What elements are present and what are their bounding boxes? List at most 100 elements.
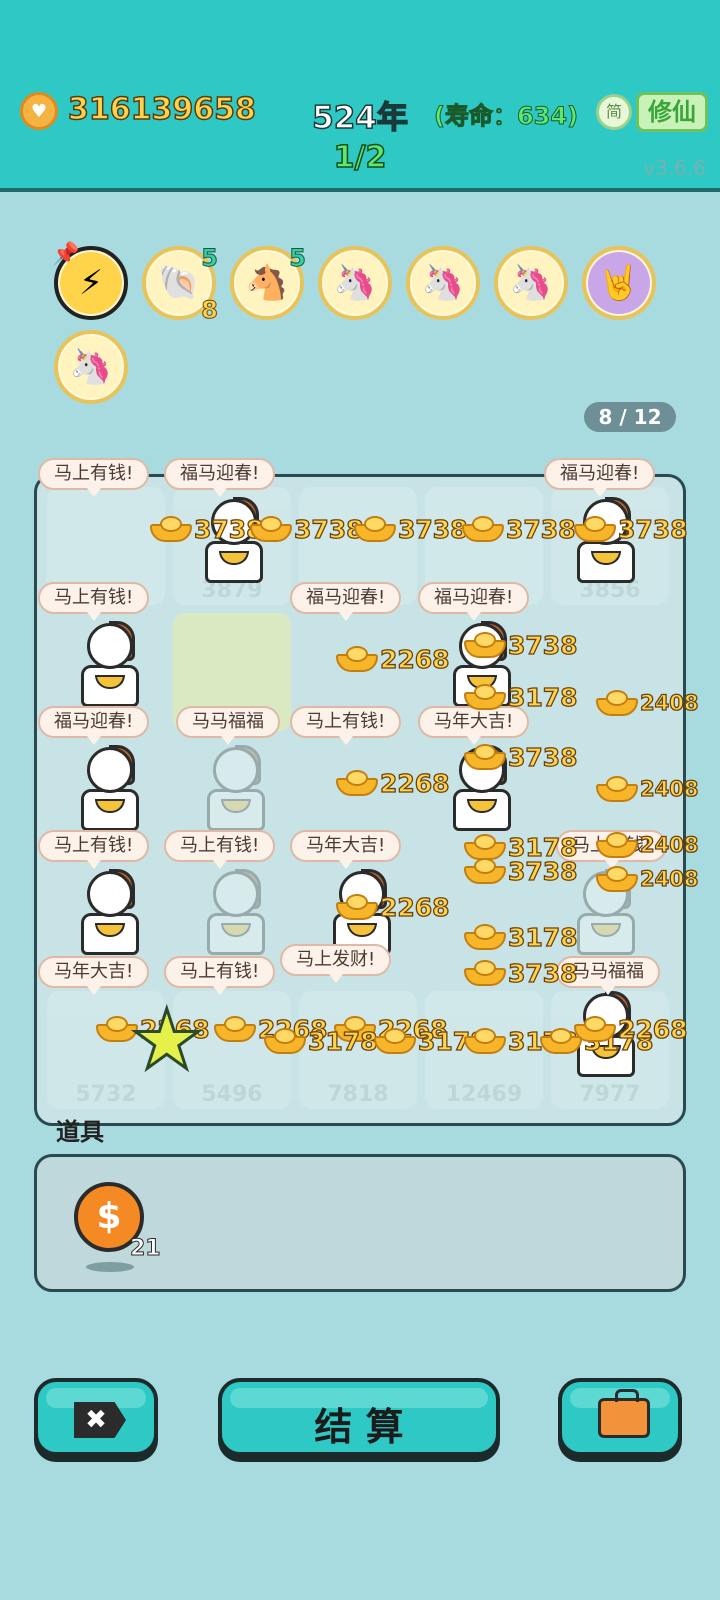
gold-ingot-icon: [336, 646, 378, 672]
gold-ingot-icon: [250, 516, 292, 542]
gold-ingot-reward: 3738: [464, 854, 578, 888]
gold-ingot-reward: 2268: [574, 1012, 688, 1046]
cell-value: 12469: [445, 1082, 523, 1107]
gold-ingot-icon: [214, 1016, 256, 1042]
gold-ingot-icon: [596, 690, 638, 716]
gold-ingot-reward: 3178: [464, 680, 578, 714]
gold-ingot-reward: 2408: [596, 772, 699, 806]
gold-ingot-reward: 2268: [336, 890, 450, 924]
gold-ingot-icon: [464, 632, 506, 658]
unicorn-icon: 🦄: [421, 263, 465, 303]
gold-ingot-icon: [462, 516, 504, 542]
briefcase-icon: [598, 1389, 650, 1438]
top-bar: ♥ 316139658 524年 (寿命：634) 1/2 简 修仙 v3.6.…: [0, 0, 720, 192]
buff-unicorn[interactable]: 🦄: [54, 330, 128, 404]
wave-counter: 1/2: [333, 139, 387, 176]
gold-ingot-icon: [574, 1016, 616, 1042]
gold-ingot-icon: [464, 684, 506, 710]
gold-ingot-reward: 3738: [574, 512, 688, 546]
speech-bubble: 福马迎春!: [38, 706, 150, 745]
gold-ingot-icon: [464, 858, 506, 884]
heart-coin-icon: ♥: [20, 92, 58, 130]
gold-ingot-reward: 3738: [462, 512, 576, 546]
star-icon[interactable]: ★: [129, 998, 205, 1083]
horse-unit-faded[interactable]: [201, 745, 271, 833]
gold-ingot-reward: 3738: [354, 512, 468, 546]
speech-bubble: 马年大吉!: [38, 956, 150, 995]
gold-ingot-icon: [264, 1028, 306, 1054]
gold-ingot-icon: [374, 1028, 416, 1054]
speech-bubble: 福马迎春!: [544, 458, 656, 497]
buff-count-top: 5: [289, 244, 307, 273]
horse-unit[interactable]: [75, 621, 145, 709]
gold-ingot-reward: 2408: [596, 686, 699, 720]
coin-item-count: 21: [130, 1236, 162, 1262]
cultivate-button[interactable]: 修仙: [636, 92, 708, 132]
speech-bubble: 马上有钱!: [38, 830, 150, 869]
gold-ingot-reward: 2268: [336, 766, 450, 800]
page-indicator: 8 / 12: [584, 402, 676, 432]
settle-label: 结 算: [314, 1405, 404, 1449]
buff-count-top: 5: [201, 244, 219, 273]
lightning-icon: ⚡: [79, 263, 103, 303]
buff-count-bottom: 8: [201, 296, 219, 325]
coin-shadow: [86, 1262, 134, 1272]
exit-button[interactable]: ✖: [34, 1378, 158, 1456]
speech-bubble: 马上有钱!: [38, 582, 150, 621]
cell-value: 7818: [327, 1082, 389, 1107]
gold-ingot-icon: [464, 924, 506, 950]
buff-rock-hand[interactable]: 🤘: [582, 246, 656, 320]
unicorn-icon: 🦄: [333, 263, 377, 303]
gold-ingot-icon: [336, 894, 378, 920]
horse-pair-icon: 🐴: [245, 263, 289, 303]
rock-hand-icon: 🤘: [597, 263, 641, 303]
gold-ingot-icon: [336, 770, 378, 796]
gold-ingot-icon: [596, 776, 638, 802]
gold-ingot-icon: [596, 866, 638, 892]
horse-unit-faded[interactable]: [201, 869, 271, 957]
pin-icon: 📌: [52, 242, 80, 267]
gold-ingot-icon: [574, 516, 616, 542]
speech-bubble: 福马迎春!: [418, 582, 530, 621]
gold-ingot-icon: [464, 1028, 506, 1054]
buff-unicorn[interactable]: 🦄: [494, 246, 568, 320]
speech-bubble: 马上有钱!: [164, 956, 276, 995]
buff-unicorn[interactable]: 🦄: [318, 246, 392, 320]
buff-horse-pair[interactable]: 🐴 5: [230, 244, 307, 320]
speech-bubble: 福马迎春!: [290, 582, 402, 621]
coin-total: 316139658: [67, 91, 256, 128]
gold-ingot-icon: [150, 516, 192, 542]
gold-ingot-icon: [464, 744, 506, 770]
speech-bubble: 马上有钱!: [38, 458, 150, 497]
cell-value: 7977: [579, 1082, 641, 1107]
gold-ingot-reward: 2408: [596, 828, 699, 862]
unicorn-icon: 🦄: [69, 347, 113, 387]
gold-ingot-reward: 3738: [250, 512, 364, 546]
gold-ingot-icon: [354, 516, 396, 542]
gold-ingot-reward: 3738: [464, 956, 578, 990]
buff-lightning[interactable]: 📌 ⚡: [52, 242, 128, 320]
shell-icon: 🐚: [157, 263, 201, 303]
gold-ingot-reward: 2268: [336, 642, 450, 676]
speech-bubble: 马上发财!: [280, 944, 392, 983]
settle-button[interactable]: 结 算: [218, 1378, 500, 1456]
year-counter: 524年: [311, 99, 408, 137]
version-label: v3.6.6: [643, 156, 706, 180]
gold-ingot-reward: 3738: [464, 628, 578, 662]
lifespan-label: (寿命：634): [433, 102, 579, 131]
backpack-button[interactable]: [558, 1378, 682, 1456]
gold-ingot-reward: 3738: [150, 512, 264, 546]
gold-ingot-reward: 3178: [264, 1024, 378, 1058]
horse-unit[interactable]: [75, 745, 145, 833]
simplified-toggle-button[interactable]: 简: [596, 94, 632, 130]
speech-bubble: 马上有钱!: [290, 706, 402, 745]
buff-shell[interactable]: 🐚 5 8: [142, 244, 219, 325]
gold-ingot-reward: 3738: [464, 740, 578, 774]
buff-unicorn[interactable]: 🦄: [406, 246, 480, 320]
unicorn-icon: 🦄: [509, 263, 553, 303]
speech-bubble: 福马迎春!: [164, 458, 276, 497]
gold-ingot-icon: [464, 960, 506, 986]
horse-unit[interactable]: [75, 869, 145, 957]
gold-ingot-reward: 2408: [596, 862, 699, 896]
speech-bubble: 马年大吉!: [290, 830, 402, 869]
